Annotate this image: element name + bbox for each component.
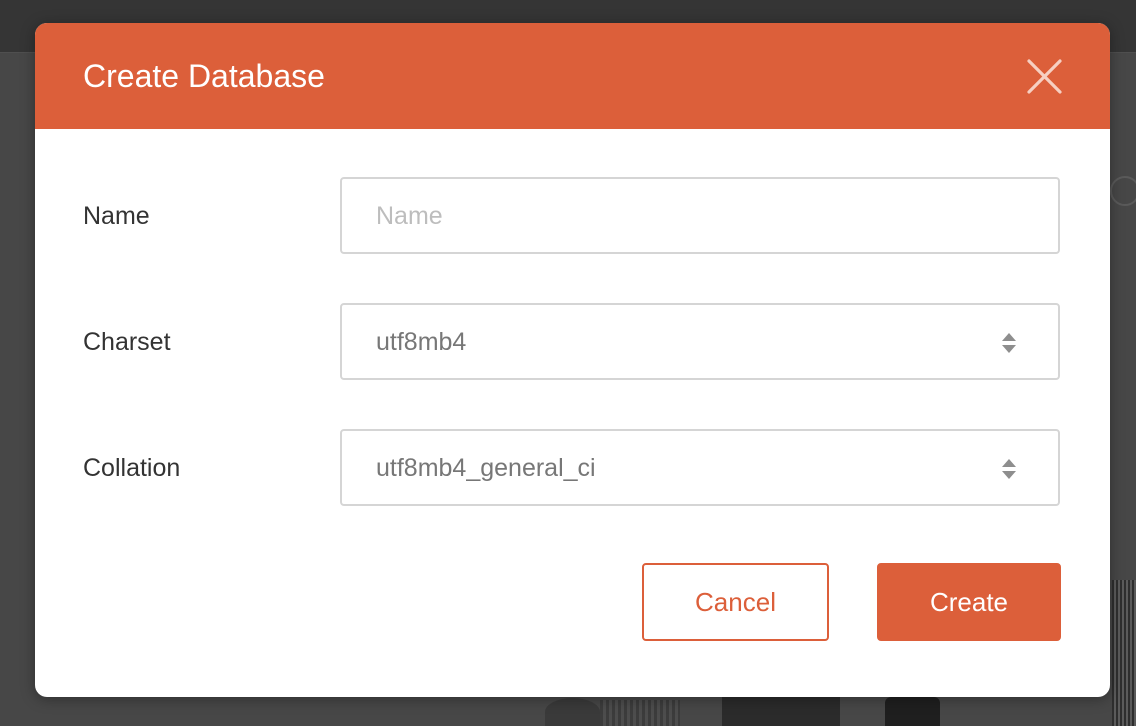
- cancel-button[interactable]: Cancel: [642, 563, 829, 641]
- charset-select[interactable]: utf8mb4: [340, 303, 1060, 380]
- name-input[interactable]: Name: [340, 177, 1060, 254]
- create-database-dialog: Create Database Name Name Charset utf8mb…: [35, 23, 1110, 697]
- background-image-strip: [1112, 580, 1136, 726]
- background-image: [600, 700, 680, 726]
- close-button[interactable]: [1019, 53, 1069, 103]
- select-arrows-icon: [1000, 332, 1018, 354]
- create-button[interactable]: Create: [877, 563, 1061, 641]
- charset-selected-value: utf8mb4: [376, 328, 467, 356]
- background-icon: [1110, 176, 1136, 206]
- background-image: [885, 697, 940, 726]
- collation-select[interactable]: utf8mb4_general_ci: [340, 429, 1060, 506]
- select-arrows-icon: [1000, 458, 1018, 480]
- dialog-title: Create Database: [83, 58, 325, 94]
- collation-selected-value: utf8mb4_general_ci: [376, 454, 596, 482]
- background-image: [545, 698, 600, 726]
- collation-label: Collation: [83, 454, 181, 482]
- charset-label: Charset: [83, 328, 171, 356]
- background-image: [722, 697, 840, 726]
- name-label: Name: [83, 202, 150, 230]
- name-input-placeholder: Name: [376, 202, 443, 230]
- close-icon: [1027, 59, 1062, 94]
- dialog-header: Create Database: [35, 23, 1110, 129]
